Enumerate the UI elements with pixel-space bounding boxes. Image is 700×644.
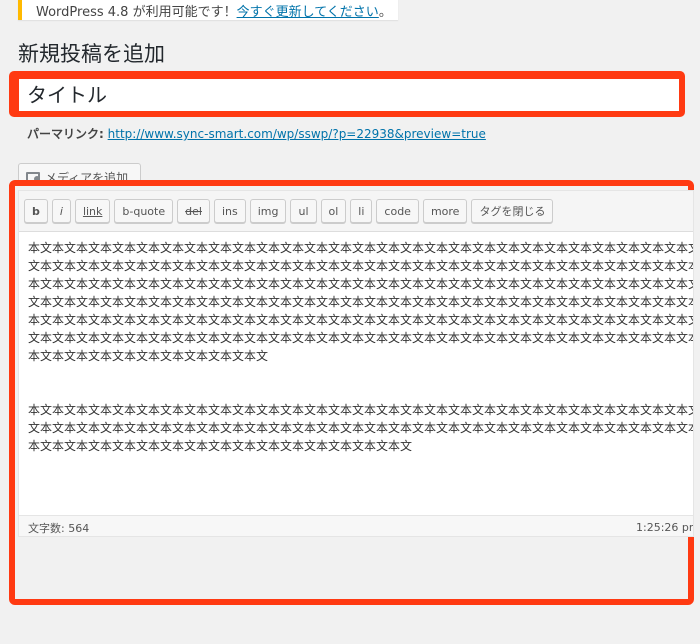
quicktags-toolbar: b i link b-quote del ins img ul ol li co…: [19, 191, 693, 232]
last-edited-time: 1:25:26 pm: [636, 521, 694, 534]
quicktag-close-tags-button[interactable]: タグを閉じる: [471, 199, 554, 223]
quicktag-li-button[interactable]: li: [350, 199, 373, 223]
quicktag-code-button[interactable]: code: [376, 199, 419, 223]
quicktag-img-button[interactable]: img: [249, 199, 287, 223]
content-line: 本文本文本文本文本文本文本文本文本文本文本文本文本文本文本文本文本文本文本文本文…: [28, 277, 693, 291]
quicktag-del-button[interactable]: del: [177, 199, 210, 223]
content-line: 本文本文本文本文本文本文本文本文本文本文本文本文本文本文本文本文本文本文本文本文…: [28, 403, 693, 417]
content-line: 本文本文本文本文本文本文本文本文本文本文本文本文本文本文本文本文: [28, 439, 413, 453]
update-now-link[interactable]: 今すぐ更新してください: [237, 5, 379, 20]
editor-status-bar: 文字数: 564 1:25:26 pm: [19, 515, 694, 536]
content-paragraph: 本文本文本文本文本文本文本文本文本文本文本文本文本文本文本文本文本文本文本文本文…: [28, 401, 693, 455]
permalink-label: パーマリンク:: [27, 127, 104, 141]
quicktag-ins-button[interactable]: ins: [213, 199, 246, 223]
content-line: 本文本文本文本文本文本文本文本文本文本文本文本文本文本文本文本文本文本文本文本文…: [28, 241, 693, 255]
update-notice-text: WordPress 4.8 が利用可能です！今すぐ更新してください。: [36, 1, 392, 20]
notice-message: が利用可能です！: [128, 5, 237, 20]
content-line: 本文本文本文本文本文本文本文本文本文本文: [28, 349, 269, 363]
permalink: パーマリンク: http://www.sync-smart.com/wp/ssw…: [27, 125, 486, 142]
content-paragraph: 本文本文本文本文本文本文本文本文本文本文本文本文本文本文本文本文本文本文本文本文…: [28, 239, 693, 365]
update-notice: WordPress 4.8 が利用可能です！今すぐ更新してください。: [18, 0, 398, 20]
quicktag-blockquote-button[interactable]: b-quote: [114, 199, 174, 223]
content-line: 文本文本文本文本文本文本文本文本文本文本文本文本文本文本文本文本文本文本文本文本…: [28, 259, 693, 273]
content-line: 文本文本文本文本文本文本文本文本文本文本文本文本文本文本文本文本文本文本文本文本…: [28, 331, 693, 345]
content-line: 文本文本文本文本文本文本文本文本文本文本文本文本文本文本文本文本文本文本文本文本…: [28, 421, 693, 435]
word-count: 文字数: 564: [28, 521, 90, 535]
notice-suffix: 。: [378, 5, 392, 20]
quicktag-more-button[interactable]: more: [422, 199, 468, 223]
post-title-input[interactable]: タイトル: [19, 79, 679, 111]
notice-version: WordPress 4.8: [36, 5, 129, 20]
permalink-url-link[interactable]: http://www.sync-smart.com/wp/sswp/?p=229…: [108, 127, 486, 141]
content-line: 文本文本文本文本文本文本文本文本文本文本文本文本文本文本文本文本文本文本文本文本…: [28, 295, 693, 309]
quicktag-link-button[interactable]: link: [74, 199, 111, 223]
post-content-textarea[interactable]: 本文本文本文本文本文本文本文本文本文本文本文本文本文本文本文本文本文本文本文本文…: [28, 239, 693, 491]
quicktag-bold-button[interactable]: b: [24, 199, 48, 223]
quicktag-ul-button[interactable]: ul: [290, 199, 317, 223]
post-editor: b i link b-quote del ins img ul ol li co…: [18, 190, 694, 537]
page-title: 新規投稿を追加: [18, 42, 165, 66]
content-line: 本文本文本文本文本文本文本文本文本文本文本文本文本文本文本文本文本文本文本文本文…: [28, 313, 693, 327]
quicktag-italic-button[interactable]: i: [51, 199, 71, 223]
quicktag-ol-button[interactable]: ol: [320, 199, 347, 223]
